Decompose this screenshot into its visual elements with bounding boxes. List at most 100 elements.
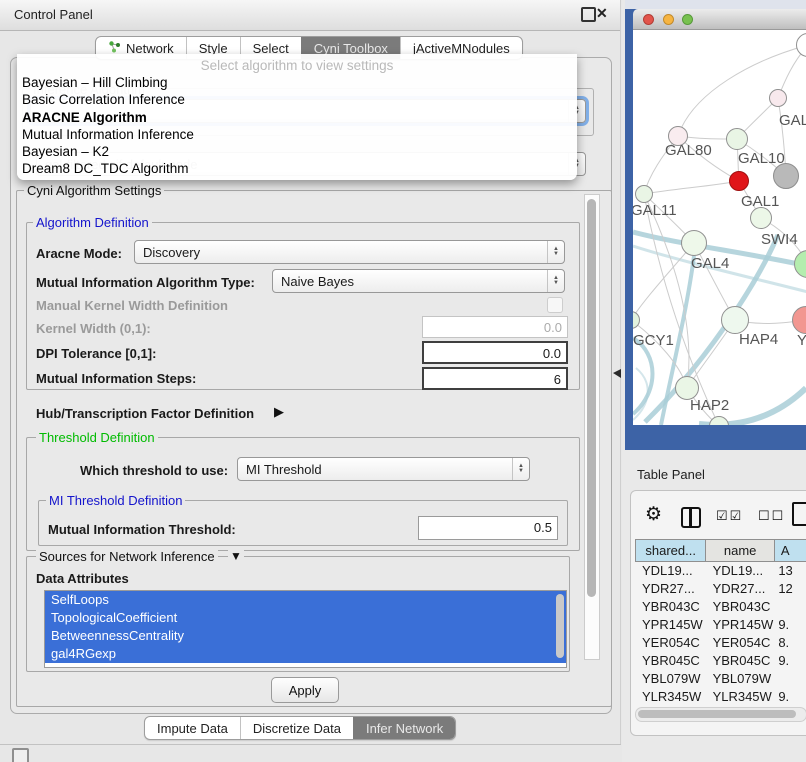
gear-icon[interactable]: ⚙ bbox=[645, 503, 662, 526]
attribute-item[interactable]: TopologicalCoefficient bbox=[45, 609, 566, 627]
hub-expand-icon[interactable]: ▶ bbox=[274, 404, 284, 420]
attribute-item[interactable]: SelfLoops bbox=[45, 591, 566, 609]
column-header-shared-name[interactable]: shared... bbox=[636, 540, 706, 562]
node-gal10[interactable] bbox=[726, 128, 748, 150]
kernel-width-field[interactable]: 0.0 bbox=[422, 316, 568, 338]
node-label: GCY1 bbox=[633, 332, 674, 349]
apply-button[interactable]: Apply bbox=[271, 677, 339, 703]
table-row[interactable]: YBR045C YBR045C 9. bbox=[635, 652, 806, 670]
node-label: Y bbox=[797, 332, 806, 349]
desktop-top-strip bbox=[625, 0, 806, 9]
node-hap4[interactable] bbox=[721, 306, 749, 334]
algorithm-dropdown-popup: Select algorithm to view settings Bayesi… bbox=[17, 54, 577, 180]
mi-steps-field[interactable]: 6 bbox=[422, 367, 568, 390]
which-threshold-combo[interactable]: MI Threshold ▲▼ bbox=[237, 457, 530, 481]
sources-group-title: Sources for Network Inference bbox=[36, 549, 218, 564]
select-all-icon[interactable]: ☑☑ bbox=[716, 508, 743, 524]
node-table-header: shared... name A bbox=[635, 539, 806, 562]
table-row[interactable]: YLR345W YLR345W 9. bbox=[635, 688, 806, 706]
minimize-traffic-light-icon[interactable] bbox=[663, 14, 674, 25]
threshold-definition-title: Threshold Definition bbox=[36, 430, 158, 445]
network-canvas[interactable]: GAL7 GAL80 GAL10 GAL1 GAL11 SWI4 GAL4 GC… bbox=[633, 30, 806, 425]
node-label: GAL10 bbox=[738, 150, 785, 167]
node-label: GAL1 bbox=[741, 193, 779, 210]
combo-stepper-icon: ▲▼ bbox=[512, 458, 529, 480]
settings-scrollbar[interactable] bbox=[584, 194, 600, 660]
table-panel-title: Table Panel bbox=[637, 467, 705, 482]
data-attributes-list[interactable]: SelfLoops TopologicalCoefficient Between… bbox=[44, 590, 567, 668]
node-table-body[interactable]: YDL19... YDL19... 13 YDR27... YDR27... 1… bbox=[635, 562, 806, 706]
node-label: GAL4 bbox=[691, 255, 729, 272]
mi-steps-label: Mutual Information Steps: bbox=[36, 371, 196, 386]
hub-definition-label: Hub/Transcription Factor Definition bbox=[36, 406, 254, 421]
tab-impute-data[interactable]: Impute Data bbox=[145, 717, 240, 739]
column-header-partial[interactable]: A bbox=[775, 540, 806, 562]
algorithm-option[interactable]: Bayesian – K2 bbox=[22, 143, 572, 160]
mi-type-combo[interactable]: Naive Bayes ▲▼ bbox=[272, 269, 565, 293]
network-view-window: GAL7 GAL80 GAL10 GAL1 GAL11 SWI4 GAL4 GC… bbox=[633, 9, 806, 425]
dpi-tolerance-field[interactable]: 0.0 bbox=[422, 341, 568, 364]
algorithm-option[interactable]: Bayesian – Hill Climbing bbox=[22, 74, 572, 91]
table-row[interactable]: YDR27... YDR27... 12 bbox=[635, 580, 806, 598]
network-window-titlebar[interactable] bbox=[633, 9, 806, 30]
node-gal7[interactable] bbox=[769, 89, 787, 107]
attribute-item[interactable]: BetweennessCentrality bbox=[45, 627, 566, 645]
manual-kernel-label: Manual Kernel Width Definition bbox=[36, 298, 228, 313]
manual-kernel-checkbox[interactable] bbox=[547, 297, 563, 313]
mi-threshold-field[interactable]: 0.5 bbox=[418, 516, 558, 540]
algorithm-option[interactable]: Dream8 DC_TDC Algorithm bbox=[22, 160, 572, 177]
tab-discretize-data[interactable]: Discretize Data bbox=[240, 717, 353, 739]
close-traffic-light-icon[interactable] bbox=[643, 14, 654, 25]
maximize-traffic-light-icon[interactable] bbox=[682, 14, 693, 25]
table-row[interactable]: YBR043C YBR043C bbox=[635, 598, 806, 616]
algorithm-definition-title: Algorithm Definition bbox=[33, 215, 152, 230]
table-row[interactable]: YPR145W YPR145W 9. bbox=[635, 616, 806, 634]
algorithm-option[interactable]: Basic Correlation Inference bbox=[22, 91, 572, 108]
combo-stepper-icon: ▲▼ bbox=[547, 270, 564, 292]
screen: Control Panel ✕ Network Style Select Cyn… bbox=[0, 0, 806, 762]
aracne-mode-combo[interactable]: Discovery ▲▼ bbox=[134, 240, 565, 264]
table-horizontal-scrollbar[interactable] bbox=[635, 707, 806, 722]
table-row[interactable]: YER054C YER054C 8. bbox=[635, 634, 806, 652]
mi-threshold-label: Mutual Information Threshold: bbox=[48, 522, 236, 537]
node[interactable] bbox=[750, 207, 772, 229]
algorithm-placeholder: Select algorithm to view settings bbox=[17, 58, 577, 73]
node-label: HAP4 bbox=[739, 331, 778, 348]
control-panel-titlebar: Control Panel ✕ bbox=[0, 0, 621, 31]
table-row[interactable]: YBL079W YBL079W bbox=[635, 670, 806, 688]
collapsed-panel-icon[interactable] bbox=[12, 748, 29, 762]
panel-bottom-edge bbox=[0, 744, 621, 745]
dpi-tolerance-label: DPI Tolerance [0,1]: bbox=[36, 346, 156, 361]
attribute-item[interactable]: gal4RGexp bbox=[45, 645, 566, 663]
node-label: HAP2 bbox=[690, 397, 729, 414]
node-gal4[interactable] bbox=[681, 230, 707, 256]
table-row[interactable]: YDL19... YDL19... 13 bbox=[635, 562, 806, 580]
node-label: SWI4 bbox=[761, 231, 798, 248]
data-attributes-label: Data Attributes bbox=[36, 571, 129, 586]
mi-threshold-group-title: MI Threshold Definition bbox=[46, 493, 185, 508]
table-panel: ⚙ ☑☑ ☐☐ shared... name A YDL19... YDL19.… bbox=[630, 490, 806, 736]
kernel-width-label: Kernel Width (0,1): bbox=[36, 321, 151, 336]
node-gal1[interactable] bbox=[729, 171, 749, 191]
node-gal11[interactable] bbox=[635, 185, 653, 203]
algorithm-option-selected[interactable]: ARACNE Algorithm bbox=[22, 109, 572, 126]
attributes-scrollbar-thumb[interactable] bbox=[556, 594, 564, 658]
node-label: GAL7 bbox=[779, 112, 806, 129]
algorithm-option[interactable]: Mutual Information Inference bbox=[22, 126, 572, 143]
mi-type-label: Mutual Information Algorithm Type: bbox=[36, 275, 255, 290]
export-table-icon[interactable] bbox=[792, 502, 806, 526]
combo-stepper-icon: ▲▼ bbox=[547, 241, 564, 263]
tab-infer-network[interactable]: Infer Network bbox=[353, 717, 455, 739]
aracne-mode-label: Aracne Mode: bbox=[36, 246, 122, 261]
table-horizontal-scrollbar-thumb[interactable] bbox=[638, 710, 796, 718]
column-header-name[interactable]: name bbox=[706, 540, 775, 562]
settings-scrollbar-thumb[interactable] bbox=[587, 199, 596, 597]
show-columns-icon[interactable] bbox=[681, 507, 701, 528]
node-label: GAL11 bbox=[633, 202, 677, 219]
cyni-settings-title: Cyni Algorithm Settings bbox=[24, 183, 164, 198]
close-icon[interactable]: ✕ bbox=[596, 5, 608, 22]
deselect-all-icon[interactable]: ☐☐ bbox=[758, 508, 785, 524]
bottom-tabbar: Impute Data Discretize Data Infer Networ… bbox=[144, 716, 456, 740]
float-window-icon[interactable] bbox=[581, 7, 596, 22]
sources-collapse-icon[interactable]: ▼ bbox=[228, 549, 244, 563]
